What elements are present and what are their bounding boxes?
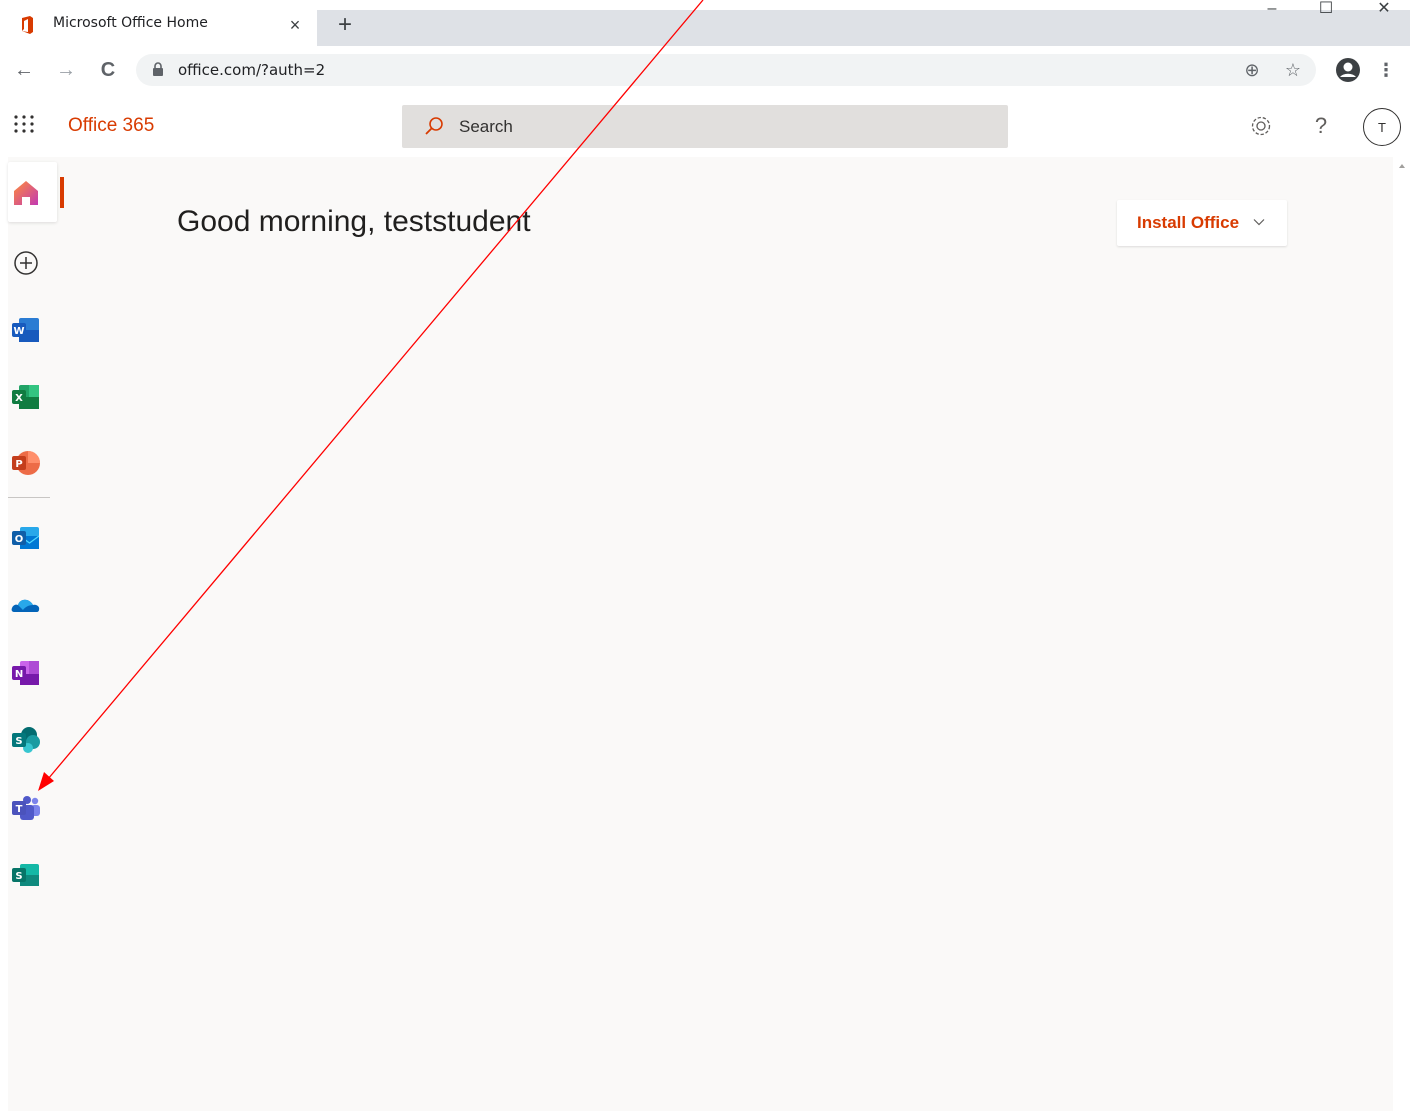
svg-text:W: W xyxy=(13,326,24,337)
vertical-scrollbar[interactable] xyxy=(1393,157,1410,1111)
search-placeholder[interactable]: Search xyxy=(459,117,513,137)
greeting-heading: Good morning, teststudent xyxy=(177,205,531,238)
tab-title: Microsoft Office Home xyxy=(53,15,208,31)
svg-text:S: S xyxy=(15,736,22,747)
install-office-label[interactable]: Install Office xyxy=(1137,213,1239,233)
url-text[interactable]: office.com/?auth=2 xyxy=(178,61,325,79)
powerpoint-icon[interactable]: P xyxy=(10,447,42,479)
svg-text:P: P xyxy=(15,459,22,470)
outlook-icon[interactable]: O xyxy=(10,522,42,554)
home-icon[interactable] xyxy=(10,177,42,209)
brand-title[interactable]: Office 365 xyxy=(68,115,154,137)
onenote-icon[interactable]: N xyxy=(10,657,42,689)
chevron-down-icon[interactable] xyxy=(1253,216,1265,228)
reload-button[interactable]: C xyxy=(94,56,122,84)
word-icon[interactable]: W xyxy=(10,314,42,346)
app-launcher-icon[interactable] xyxy=(12,112,36,136)
main-canvas xyxy=(0,157,1393,1111)
svg-text:T: T xyxy=(16,804,23,815)
new-tab-button[interactable]: + xyxy=(332,12,358,38)
minimize-button[interactable]: – xyxy=(1252,0,1292,20)
rail-active-indicator xyxy=(60,177,64,208)
account-avatar[interactable]: T xyxy=(1363,108,1401,146)
teams-icon[interactable]: T xyxy=(10,792,42,824)
onedrive-icon[interactable] xyxy=(10,590,42,622)
maximize-button[interactable]: ☐ xyxy=(1306,0,1346,20)
settings-gear-icon[interactable] xyxy=(1247,112,1275,140)
sway-icon[interactable]: S xyxy=(10,859,42,891)
svg-text:O: O xyxy=(15,534,24,545)
scroll-up-icon[interactable] xyxy=(1397,161,1407,171)
sharepoint-icon[interactable]: S xyxy=(10,724,42,756)
svg-text:X: X xyxy=(15,393,23,404)
office-favicon-icon xyxy=(22,16,33,34)
plus-circle-icon[interactable] xyxy=(10,247,42,279)
bookmark-star-icon[interactable]: ☆ xyxy=(1281,58,1305,82)
left-edge xyxy=(0,94,8,1111)
tab-strip-background xyxy=(317,10,1410,46)
back-button[interactable]: ← xyxy=(10,56,38,84)
tab-close-icon[interactable]: × xyxy=(283,13,307,37)
install-app-icon[interactable]: ⊕ xyxy=(1240,58,1264,82)
close-window-button[interactable]: ✕ xyxy=(1364,0,1404,20)
forward-button[interactable]: → xyxy=(52,56,80,84)
search-icon xyxy=(425,117,443,135)
svg-text:S: S xyxy=(15,871,22,882)
browser-menu-icon[interactable]: ⋮ xyxy=(1374,58,1398,82)
svg-text:N: N xyxy=(15,669,23,680)
profile-icon[interactable] xyxy=(1334,56,1362,84)
rail-divider xyxy=(8,497,50,498)
excel-icon[interactable]: X xyxy=(10,381,42,413)
lock-icon xyxy=(153,62,163,76)
help-icon[interactable]: ? xyxy=(1307,112,1335,140)
